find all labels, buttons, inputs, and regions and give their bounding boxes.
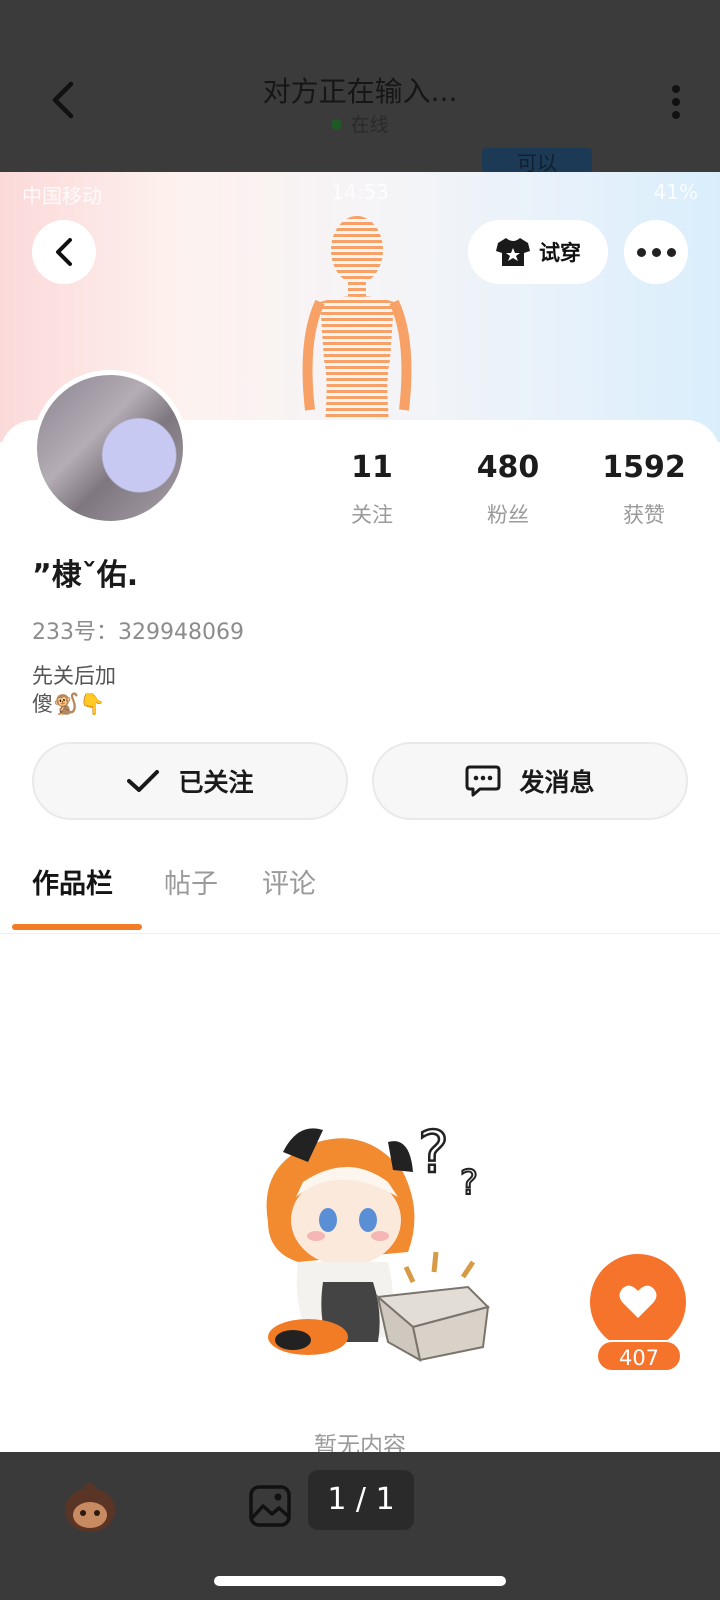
profile-screenshot: 中国移动 14:53 41% 试穿 11 关注 480 粉丝 1592 获赞 ”… bbox=[0, 172, 720, 1452]
try-on-label: 试穿 bbox=[539, 241, 581, 265]
heart-icon bbox=[619, 1285, 657, 1318]
online-dot-icon bbox=[331, 119, 343, 130]
chat-message-peek: 可以 bbox=[482, 148, 592, 172]
chat-title: 对方正在输入... bbox=[262, 75, 458, 108]
battery-text: 41% bbox=[653, 180, 698, 204]
fans-count: 480 bbox=[476, 450, 540, 485]
mascot-avatar-icon[interactable] bbox=[62, 1482, 118, 1534]
gallery-icon[interactable] bbox=[248, 1484, 292, 1528]
stat-fans[interactable]: 480 粉丝 bbox=[448, 450, 568, 529]
likes-label: 获赞 bbox=[623, 503, 665, 527]
empty-state-mascot-icon: ? ? bbox=[266, 1117, 490, 1362]
like-button[interactable] bbox=[590, 1254, 686, 1350]
profile-uid: 233号：329948069 bbox=[32, 620, 244, 645]
online-status-text: 在线 bbox=[350, 114, 389, 136]
tab-works[interactable]: 作品栏 bbox=[32, 862, 113, 901]
followed-button[interactable]: 已关注 bbox=[32, 742, 348, 820]
like-count-badge: 407 bbox=[596, 1340, 682, 1372]
svg-text:?: ? bbox=[460, 1163, 478, 1203]
profile-bio: 先关后加 傻🐒👇 bbox=[32, 662, 116, 718]
try-on-button[interactable]: 试穿 bbox=[468, 220, 608, 284]
followed-label: 已关注 bbox=[178, 768, 254, 797]
bio-line-2: 傻🐒👇 bbox=[32, 692, 106, 716]
svg-text:?: ? bbox=[418, 1118, 449, 1186]
fans-label: 粉丝 bbox=[487, 503, 529, 527]
checkmark-icon bbox=[127, 770, 160, 792]
avatar[interactable] bbox=[32, 370, 188, 526]
chat-online-status: 在线 bbox=[0, 110, 720, 137]
stat-following[interactable]: 11 关注 bbox=[312, 450, 432, 529]
following-label: 关注 bbox=[351, 503, 393, 527]
following-count: 11 bbox=[351, 450, 393, 485]
stat-likes[interactable]: 1592 获赞 bbox=[584, 450, 704, 529]
profile-name: ”棣ˇ佑. bbox=[32, 558, 139, 593]
send-message-label: 发消息 bbox=[519, 768, 595, 797]
avatar-figure-icon bbox=[302, 216, 412, 450]
page-indicator: 1 / 1 bbox=[308, 1470, 414, 1530]
home-indicator[interactable] bbox=[214, 1576, 506, 1586]
more-options-button[interactable] bbox=[624, 220, 688, 284]
tshirt-icon bbox=[496, 238, 530, 266]
tab-indicator bbox=[12, 924, 142, 930]
status-time: 14:53 bbox=[331, 180, 389, 204]
tab-posts[interactable]: 帖子 bbox=[164, 862, 218, 901]
chat-bubble-icon bbox=[465, 765, 501, 797]
empty-state-text: 暂无内容 bbox=[314, 1433, 406, 1452]
bio-line-1: 先关后加 bbox=[32, 664, 116, 688]
status-bar: 中国移动 14:53 41% bbox=[0, 176, 720, 208]
likes-count: 1592 bbox=[602, 450, 686, 485]
chat-header: 对方正在输入... 在线 可以 bbox=[0, 0, 720, 172]
back-arrow-icon bbox=[56, 238, 72, 266]
chat-more-icon[interactable] bbox=[666, 82, 686, 122]
back-button[interactable] bbox=[32, 220, 96, 284]
send-message-button[interactable]: 发消息 bbox=[372, 742, 688, 820]
tab-comments[interactable]: 评论 bbox=[262, 862, 316, 901]
